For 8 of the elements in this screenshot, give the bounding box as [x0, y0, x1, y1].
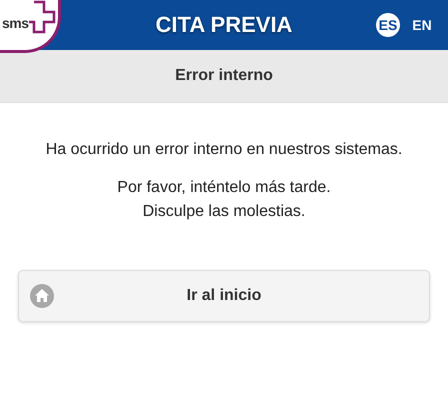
language-option[interactable]: EN — [410, 13, 434, 37]
page-title: Error interno — [175, 67, 273, 85]
app-title: CITA PREVIA — [156, 12, 292, 38]
home-button[interactable]: Ir al inicio — [18, 270, 430, 322]
detail-text: Disculpe las molestias. — [142, 203, 306, 221]
language-option[interactable]: ES — [376, 13, 400, 37]
detail-text: Por favor, inténtelo más tarde. — [117, 179, 331, 197]
error-message: Ha ocurrido un error interno en nuestros sistemas. — [44, 141, 404, 159]
